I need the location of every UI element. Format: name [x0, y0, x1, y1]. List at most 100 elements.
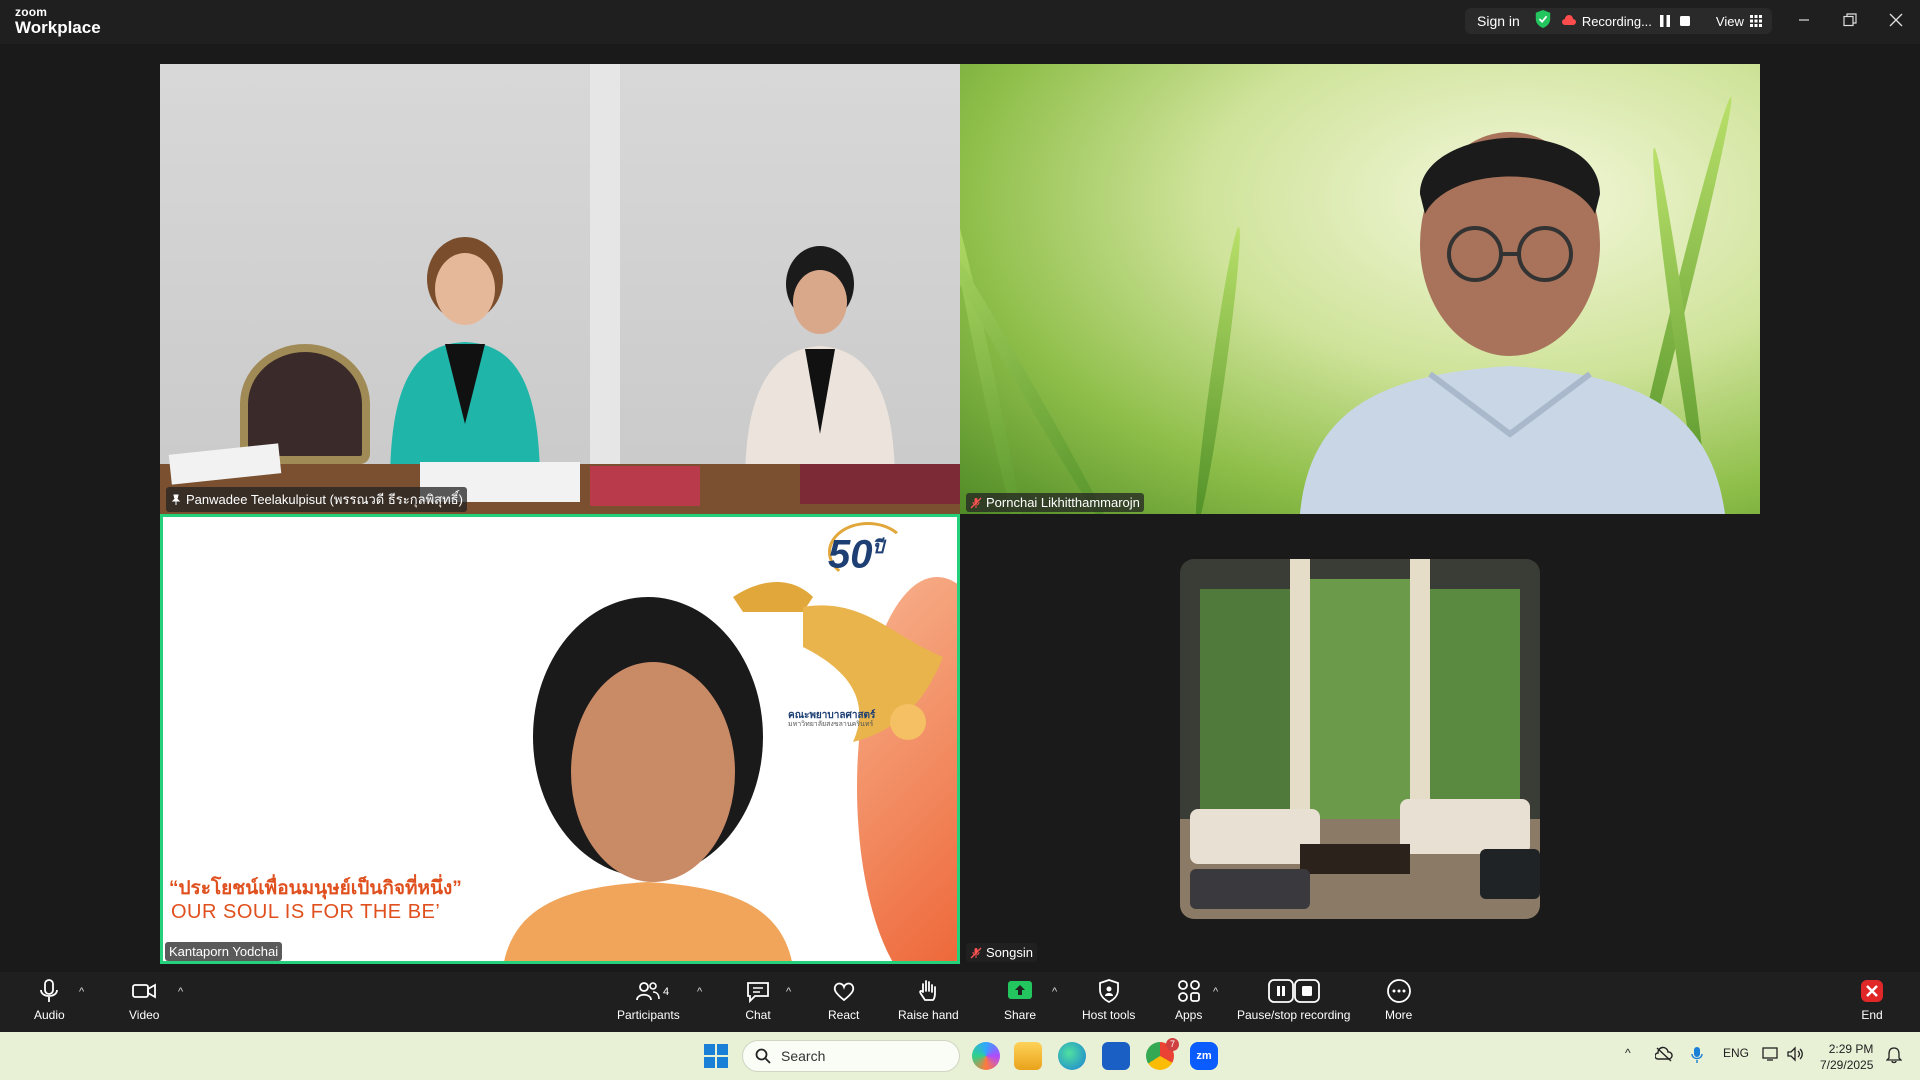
- profile-picture-living-room: [1180, 559, 1540, 919]
- participant-name-tag: Panwadee Teelakulpisut (พรรณวดี ธีระกุลพ…: [166, 487, 467, 512]
- recording-label: Recording...: [1581, 13, 1652, 29]
- wall-column: [590, 64, 620, 474]
- notifications-bell-icon[interactable]: [1886, 1046, 1902, 1064]
- end-meeting-button[interactable]: End: [1859, 978, 1885, 1022]
- anniversary-fifty: 50: [828, 532, 873, 577]
- show-hidden-icons-chevron-icon[interactable]: ^: [1625, 1046, 1631, 1060]
- clipboard: [590, 466, 700, 506]
- chat-button[interactable]: Chat: [745, 978, 771, 1022]
- clock-time: 2:29 PM: [1828, 1042, 1874, 1056]
- anniversary-number: 50ปี: [828, 532, 884, 577]
- video-button[interactable]: Video: [129, 978, 159, 1022]
- faculty-university: มหาวิทยาลัยสงขลานครินทร์: [788, 721, 874, 728]
- anniversary-suffix: ปี: [872, 537, 884, 557]
- participants-button[interactable]: Participants: [617, 978, 680, 1022]
- pause-stop-recording-button[interactable]: Pause/stop recording: [1237, 978, 1350, 1022]
- apps-options-chevron-icon[interactable]: ^: [1213, 986, 1218, 998]
- search-icon: [755, 1048, 771, 1064]
- raise-hand-icon: [919, 980, 937, 1001]
- microsoft-store-icon[interactable]: [1102, 1042, 1130, 1070]
- stop-recording-icon[interactable]: [1678, 14, 1692, 28]
- onedrive-offline-icon[interactable]: [1655, 1046, 1673, 1062]
- copilot-icon[interactable]: [972, 1042, 1000, 1070]
- participant-name-tag: Pornchai Likhitthammarojn: [966, 493, 1144, 512]
- video-label: Video: [129, 1008, 160, 1022]
- meeting-toolbar: Audio ^ Video ^ Participants 4 ^ Chat ^ …: [0, 972, 1920, 1032]
- raise-hand-button[interactable]: Raise hand: [898, 978, 959, 1022]
- file-explorer-icon[interactable]: [1014, 1042, 1042, 1070]
- participant-name: Kantaporn Yodchai: [169, 944, 279, 959]
- participant-name: Pornchai Likhitthammarojn: [986, 495, 1140, 510]
- system-clock[interactable]: 2:29 PM 7/29/2025: [1820, 1041, 1873, 1073]
- chat-label: Chat: [745, 1008, 771, 1022]
- participant-name-tag: Songsin: [966, 943, 1037, 962]
- close-icon[interactable]: [1876, 8, 1916, 32]
- participants-label: Participants: [617, 1008, 680, 1022]
- more-button[interactable]: More: [1385, 978, 1412, 1022]
- microphone-icon: [40, 979, 59, 1002]
- pause-recording-icon[interactable]: [1658, 14, 1672, 28]
- audio-button[interactable]: Audio: [34, 978, 65, 1022]
- host-tools-button[interactable]: Host tools: [1082, 978, 1135, 1022]
- more-icon: [1386, 979, 1411, 1003]
- more-label: More: [1385, 1008, 1413, 1022]
- windows-start-icon[interactable]: [704, 1044, 728, 1068]
- audio-label: Audio: [34, 1008, 65, 1022]
- participant-video-person: [390, 237, 540, 484]
- react-button[interactable]: React: [828, 978, 859, 1022]
- view-button[interactable]: View: [1706, 14, 1772, 29]
- chrome-notification-badge: 7: [1166, 1038, 1179, 1051]
- pause-stop-recording-icon: [1267, 979, 1320, 1003]
- end-meeting-icon: [1861, 980, 1883, 1002]
- sign-in-button[interactable]: Sign in: [1465, 13, 1534, 29]
- video-options-chevron-icon[interactable]: ^: [178, 986, 183, 998]
- share-screen-icon: [1008, 981, 1033, 999]
- taskbar-search-box[interactable]: Search: [742, 1040, 960, 1072]
- pause-stop-recording-label: Pause/stop recording: [1237, 1008, 1351, 1022]
- participant-name-tag: Kantaporn Yodchai: [165, 942, 283, 961]
- apps-icon: [1177, 980, 1200, 1002]
- search-placeholder: Search: [781, 1048, 826, 1064]
- slide-thai-quote: “ประโยชน์เพื่อนมนุษย์เป็นกิจที่หนึ่ง”: [169, 878, 462, 899]
- participant-video-person: [504, 597, 792, 961]
- muted-mic-icon: [970, 947, 982, 958]
- title-controls: Sign in Recording... View: [1465, 8, 1772, 34]
- network-icon[interactable]: [1762, 1046, 1780, 1062]
- end-label: End: [1861, 1008, 1883, 1022]
- volume-icon[interactable]: [1786, 1046, 1804, 1062]
- audio-options-chevron-icon[interactable]: ^: [79, 986, 84, 998]
- share-options-chevron-icon[interactable]: ^: [1052, 986, 1057, 998]
- video-tile-songsin[interactable]: Songsin: [960, 514, 1760, 964]
- edge-browser-icon[interactable]: [1058, 1042, 1086, 1070]
- participant-video-person: [1300, 132, 1725, 514]
- react-label: React: [828, 1008, 860, 1022]
- video-camera-icon: [132, 983, 157, 999]
- restore-icon[interactable]: [1830, 8, 1870, 32]
- chat-options-chevron-icon[interactable]: ^: [786, 986, 791, 998]
- clock-date: 7/29/2025: [1820, 1058, 1874, 1073]
- faculty-logo-text: คณะพยาบาลศาสตร์ มหาวิทยาลัยสงขลานครินทร์: [788, 710, 908, 729]
- participants-options-chevron-icon[interactable]: ^: [697, 986, 702, 998]
- grass-blade: [1190, 225, 1246, 514]
- minimize-icon[interactable]: [1784, 8, 1824, 32]
- share-label: Share: [1004, 1008, 1037, 1022]
- share-button[interactable]: Share: [1004, 978, 1036, 1022]
- muted-mic-icon: [970, 497, 982, 508]
- host-tools-label: Host tools: [1082, 1008, 1136, 1022]
- apps-label: Apps: [1175, 1008, 1203, 1022]
- microphone-in-use-icon[interactable]: [1690, 1046, 1704, 1064]
- video-tile-pornchai[interactable]: Pornchai Likhitthammarojn: [960, 64, 1760, 514]
- language-indicator[interactable]: ENG: [1723, 1046, 1749, 1060]
- video-tile-panwadee[interactable]: Panwadee Teelakulpisut (พรรณวดี ธีระกุลพ…: [160, 64, 960, 514]
- zoom-workplace-logo: zoom Workplace: [15, 6, 101, 36]
- grid-icon: [1749, 15, 1762, 27]
- slide-swoosh: [163, 517, 303, 657]
- chat-icon: [747, 982, 769, 1004]
- apps-button[interactable]: Apps: [1175, 978, 1202, 1022]
- pin-icon: [171, 494, 181, 505]
- zoom-app-icon[interactable]: zm: [1190, 1042, 1218, 1070]
- video-tile-kantaporn-active-speaker[interactable]: 50ปี คณะพยาบาลศาสตร์ มหาวิทยาลัยสงขลานคร…: [160, 514, 960, 964]
- security-shield-icon[interactable]: [1534, 9, 1552, 34]
- participants-count: 4: [663, 986, 670, 998]
- slide-english-motto: OUR SOUL IS FOR THE BE’: [171, 901, 441, 923]
